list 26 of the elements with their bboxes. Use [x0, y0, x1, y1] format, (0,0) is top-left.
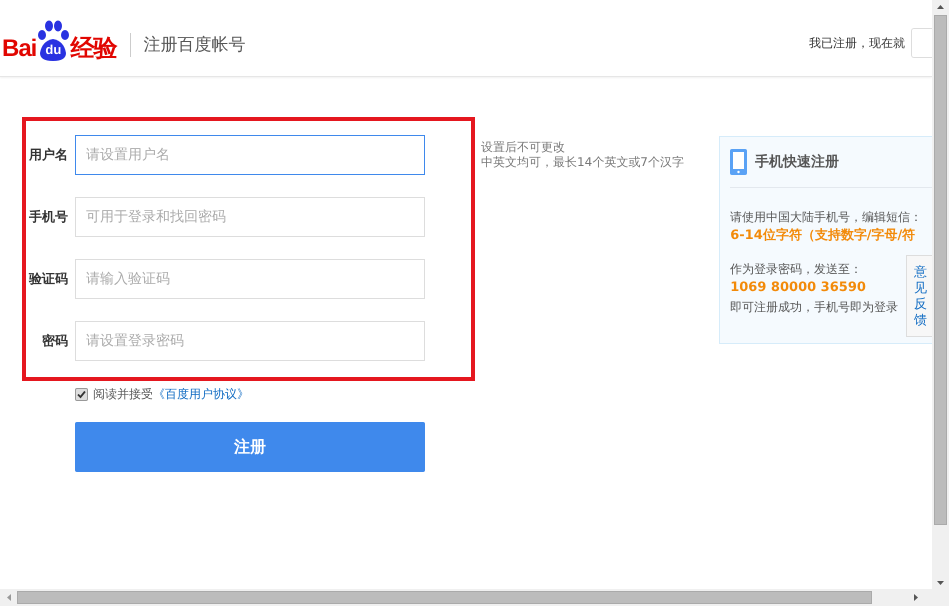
- agreement-text: 阅读并接受: [93, 386, 153, 403]
- feedback-tab[interactable]: 意见反馈: [906, 255, 932, 337]
- scroll-thumb[interactable]: [934, 15, 947, 525]
- field-hint: 中英文均可，最长14个英文或7个汉字: [481, 155, 684, 170]
- panel-text: 请使用中国大陆手机号，编辑短信：: [730, 209, 922, 226]
- agreement-link[interactable]: 《百度用户协议》: [153, 386, 249, 403]
- vertical-scrollbar[interactable]: [932, 0, 949, 589]
- field-label: 手机号: [28, 208, 68, 226]
- agree-checkbox[interactable]: [75, 388, 88, 401]
- panel-title: 手机快速注册: [755, 153, 840, 171]
- login-prompt: 我已注册，现在就: [809, 34, 905, 52]
- field-label: 验证码: [28, 271, 68, 288]
- panel-text: 作为登录密码，发送至：: [730, 261, 862, 278]
- page-title: 注册百度帐号: [143, 34, 246, 56]
- sms-text: 6-14位字符（支持数字/字母/符: [730, 226, 916, 245]
- panel-text: 即可注册成功，手机号即为登录: [730, 299, 898, 316]
- field-hint: 设置后不可更改: [481, 140, 566, 155]
- phone-icon: [730, 149, 748, 175]
- scroll-thumb[interactable]: [17, 591, 872, 604]
- field-label: 用户名: [28, 146, 68, 164]
- register-button[interactable]: 注册: [75, 422, 425, 472]
- field-label: 密码: [41, 332, 68, 350]
- checkmark-icon: [77, 390, 86, 399]
- baidu-logo[interactable]: Bai du 经验: [2, 19, 116, 63]
- input-field[interactable]: 请设置用户名: [75, 135, 425, 175]
- sms-number: 1069 80000 36590: [730, 279, 866, 297]
